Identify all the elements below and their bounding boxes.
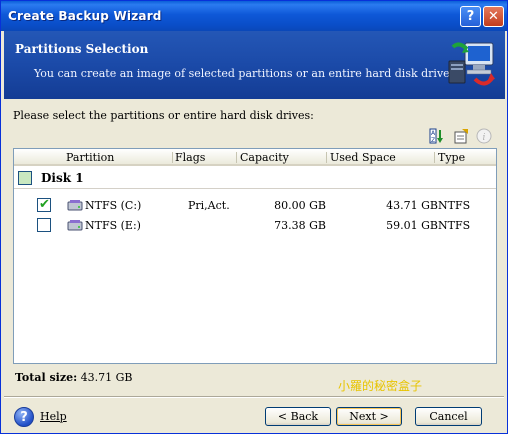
hard-drive-icon (67, 200, 83, 211)
partition-row[interactable]: ✔ NTFS (C:) Pri,Act. 80.00 GB 43.71 GB N… (14, 196, 496, 215)
total-size-label: Total size: (15, 371, 78, 384)
partition-checkbox[interactable] (37, 218, 51, 232)
back-button-label: < Back (277, 410, 319, 423)
list-header: Partition Flags Capacity Used Space Type (14, 149, 496, 166)
column-flags[interactable]: Flags (175, 151, 205, 164)
column-divider[interactable] (326, 152, 327, 163)
partition-list[interactable]: Partition Flags Capacity Used Space Type… (13, 148, 497, 364)
partition-capacity: 73.38 GB (274, 219, 326, 232)
column-used-space[interactable]: Used Space (330, 151, 396, 164)
info-icon[interactable]: i (476, 128, 492, 144)
instruction-label: Please select the partitions or entire h… (13, 109, 314, 122)
partition-name: NTFS (C:) (85, 199, 142, 212)
column-capacity[interactable]: Capacity (240, 151, 289, 164)
checkmark-icon: ✔ (39, 197, 50, 212)
partition-checkbox[interactable]: ✔ (37, 197, 51, 212)
partition-capacity: 80.00 GB (274, 199, 326, 212)
page-subtitle: You can create an image of selected part… (34, 67, 454, 80)
column-divider[interactable] (172, 152, 173, 163)
hard-drive-icon (67, 220, 83, 231)
column-type[interactable]: Type (438, 151, 465, 164)
back-button[interactable]: < Back (265, 407, 331, 426)
footer-divider (4, 396, 504, 398)
next-button[interactable]: Next > (336, 407, 402, 426)
sort-icon[interactable]: A Z (429, 128, 445, 144)
title-bar[interactable]: Create Backup Wizard ? ✕ (1, 1, 507, 31)
cancel-button-label: Cancel (429, 410, 468, 423)
header-banner: Partitions Selection You can create an i… (4, 31, 505, 99)
total-size-value: 43.71 GB (80, 371, 133, 384)
partition-name: NTFS (E:) (85, 219, 141, 232)
wizard-window: Create Backup Wizard ? ✕ Partitions Sele… (0, 0, 508, 434)
question-mark-icon: ? (466, 9, 475, 24)
partition-used-space: 43.71 GB (386, 199, 438, 212)
title-help-button[interactable]: ? (460, 6, 481, 27)
page-title: Partitions Selection (15, 42, 149, 56)
help-icon[interactable]: ? (14, 407, 34, 427)
backup-computer-icon (448, 42, 495, 86)
cancel-button[interactable]: Cancel (415, 407, 482, 426)
close-button[interactable]: ✕ (483, 6, 504, 27)
column-partition[interactable]: Partition (66, 151, 114, 164)
disk-row[interactable]: Disk 1 (14, 167, 496, 189)
svg-text:i: i (483, 133, 486, 143)
partition-flags: Pri,Act. (188, 199, 230, 212)
next-button-label: Next > (349, 410, 389, 423)
column-divider[interactable] (434, 152, 435, 163)
disk-checkbox[interactable] (18, 171, 32, 185)
partition-row[interactable]: NTFS (E:) 73.38 GB 59.01 GB NTFS (14, 216, 496, 235)
disk-label: Disk 1 (41, 171, 84, 185)
partition-type: NTFS (438, 219, 471, 232)
properties-icon[interactable] (453, 128, 469, 144)
column-divider[interactable] (236, 152, 237, 163)
svg-text:Z: Z (431, 137, 435, 144)
total-size: Total size: 43.71 GB (15, 371, 133, 384)
partition-used-space: 59.01 GB (386, 219, 438, 232)
close-icon: ✕ (488, 9, 499, 24)
partition-type: NTFS (438, 199, 471, 212)
watermark-text: 小羅的秘密盒子 (338, 379, 423, 393)
window-title: Create Backup Wizard (8, 9, 162, 23)
help-link[interactable]: Help (40, 410, 67, 423)
